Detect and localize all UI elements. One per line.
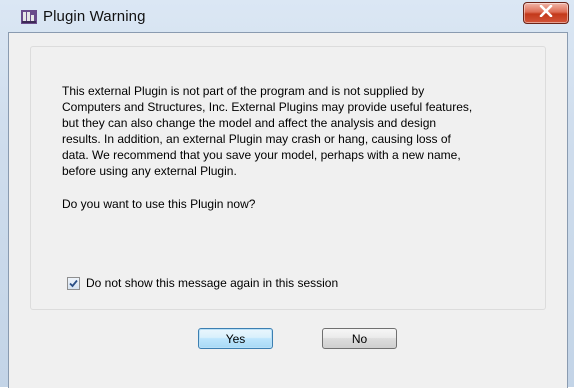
close-button[interactable]	[523, 2, 569, 24]
warning-message: This external Plugin is not part of the …	[62, 84, 473, 178]
plugin-warning-window: Plugin Warning This external Plugin is n…	[0, 0, 574, 388]
close-icon	[539, 4, 553, 22]
window-title: Plugin Warning	[43, 8, 146, 25]
yes-button[interactable]: Yes	[198, 328, 273, 349]
no-button[interactable]: No	[322, 328, 397, 349]
checkmark-icon	[69, 275, 78, 293]
dont-show-again-checkbox[interactable]	[67, 277, 80, 290]
dont-show-again-label[interactable]: Do not show this message again in this s…	[86, 275, 338, 291]
plugin-app-icon	[21, 9, 37, 25]
confirm-question: Do you want to use this Plugin now?	[62, 197, 256, 211]
